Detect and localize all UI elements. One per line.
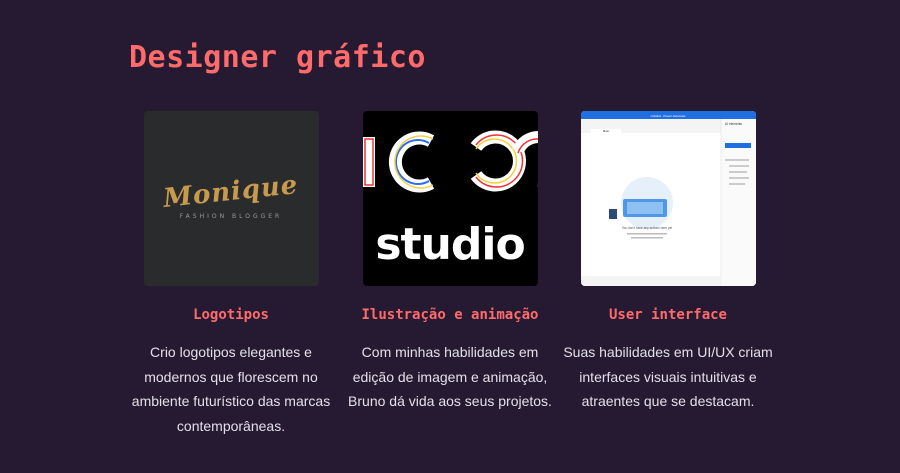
card-description: Com minhas habilidades em edição de imag… [348, 344, 552, 409]
monique-logo-image: Monique FASHION BLOGGER [143, 111, 319, 286]
ui-tab-label: Main [602, 129, 609, 133]
studio-logo-image: studio [362, 111, 538, 286]
card-heading: Ilustração e animação [361, 307, 539, 323]
card-heading: Logotipos [193, 307, 269, 323]
ui-panel-title: UI elements [725, 122, 742, 126]
ui-window-title: Untitled - Power Automate [650, 114, 685, 118]
monique-logo-tagline: FASHION BLOGGER [179, 213, 283, 220]
card-description: Crio logotipos elegantes e modernos que … [131, 344, 331, 434]
card-user-interface: Untitled - Power Automate Main UI elemen… [559, 111, 777, 414]
monique-logo-text: Monique [162, 169, 300, 215]
ui-screenshot-graphic: Untitled - Power Automate Main UI elemen… [580, 111, 756, 286]
studio-wordmark: studio [375, 219, 525, 270]
card-heading: User interface [608, 307, 727, 323]
ui-empty-message: You don't have any actions here yet [621, 226, 671, 230]
ui-screenshot-image: Untitled - Power Automate Main UI elemen… [580, 111, 756, 286]
studio-logo-graphic [362, 130, 538, 193]
card-ilustracao: studio Ilustração e animação Com minhas … [341, 111, 559, 414]
section-title: Designer gráfico [129, 40, 426, 75]
card-logotipos: Monique FASHION BLOGGER Logotipos Crio l… [122, 111, 340, 438]
card-description: Suas habilidades em UI/UX criam interfac… [563, 344, 773, 409]
